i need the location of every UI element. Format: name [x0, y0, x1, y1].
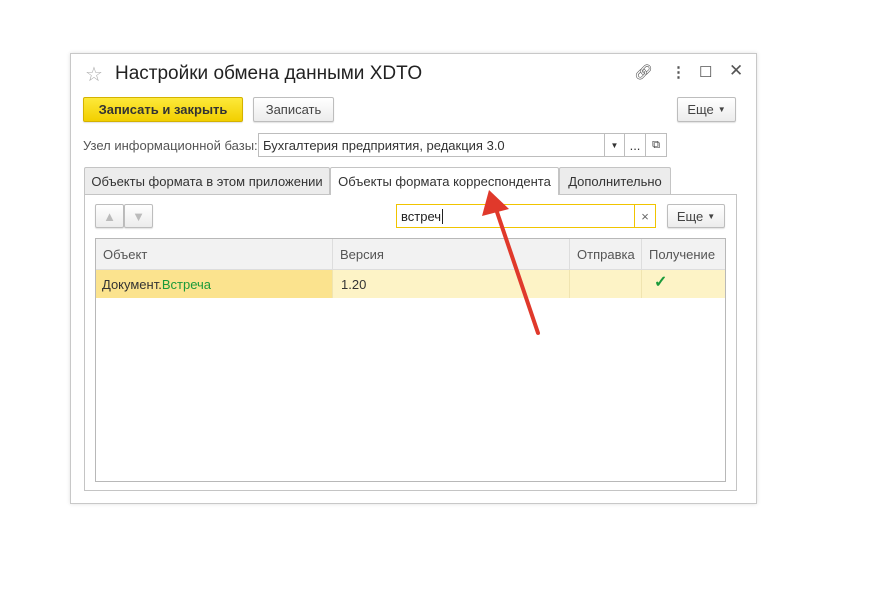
annotation-arrow [482, 190, 540, 335]
arrow-head [482, 190, 509, 216]
arrow-shaft [495, 210, 540, 335]
